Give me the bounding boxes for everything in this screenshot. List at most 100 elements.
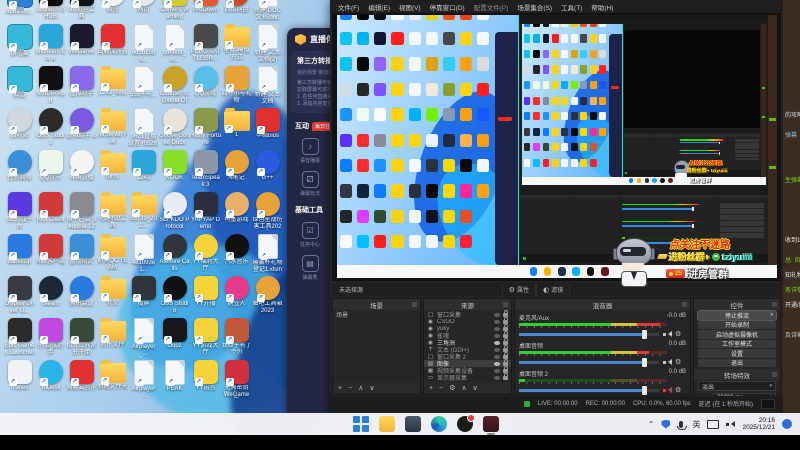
volume-slider[interactable] (519, 389, 659, 392)
lock-icon[interactable] (503, 362, 508, 366)
visibility-eye-icon[interactable] (494, 327, 500, 331)
visibility-eye-icon[interactable] (494, 341, 500, 345)
desktop-icon[interactable]: ↗ 拉瓦世界常驻千单 (66, 318, 97, 360)
desktop-icon[interactable]: ↗ 我似乎有了个?! (221, 318, 252, 360)
edge-icon[interactable] (431, 416, 447, 432)
volume-slider[interactable] (519, 333, 659, 336)
desktop-icon[interactable]: ↗ 回收站 (4, 108, 35, 150)
desktop-icon[interactable]: ↗ 糖豆人 (221, 276, 252, 318)
desktop-icon[interactable]: ↗ ToDesk (35, 360, 66, 402)
scenes-tool-button[interactable]: + (338, 385, 342, 392)
desktop-icon[interactable]: ↗Counter-S. Global Off... (159, 66, 190, 108)
desktop-icon[interactable]: ↗ 555子号... (128, 66, 159, 108)
desktop-icon[interactable]: ↗ PUBG BATTLEGR... (190, 24, 221, 66)
desktop-icon[interactable]: ↗ WeGame (66, 24, 97, 66)
desktop-icon[interactable]: ↗ 481093e1... (128, 234, 159, 276)
scenes-header[interactable]: 场景 (333, 299, 420, 310)
menu-item[interactable]: 工具(T) (561, 2, 582, 12)
lock-icon[interactable] (503, 327, 508, 331)
desktop-icon[interactable]: ↗ 6d9b1586... (128, 24, 159, 66)
desktop-icon[interactable]: ↗ 星际-模拟方式 (221, 24, 252, 66)
desktop-icon[interactable]: ↗ Steam (35, 276, 66, 318)
desktop-icon[interactable]: ↗ 新建 文本文档 (252, 66, 283, 108)
sources-tool-button[interactable]: ∧ (461, 384, 466, 392)
source-item[interactable]: ◉ CSGO (424, 318, 511, 325)
chevron-down-icon[interactable]: ▾ (770, 312, 773, 318)
desktop-icon[interactable]: ↗ 新建 DOC 文档.doc (252, 0, 283, 24)
desktop-icon[interactable]: ↗ 控制面板 (4, 150, 35, 192)
danmaku-chat-window[interactable]: 的攻略知礼物,开通/拉弹幕生弹幕派对收到1条总: 凤务详情及诗琳 (783, 0, 800, 413)
desktop-icon[interactable]: ↗ 56739_202... (128, 192, 159, 234)
desktop-icon[interactable]: ↗ 四号小号礼物 (221, 66, 252, 108)
desktop-icon[interactable]: ↗ 音乐文件 (97, 318, 128, 360)
desktop-icon[interactable]: ↗ 5EFKDO Protocol (159, 192, 190, 234)
lock-icon[interactable] (503, 320, 508, 324)
lock-icon[interactable] (503, 369, 508, 373)
desktop-icon[interactable]: ↗ 5Y四弦助手 (35, 318, 66, 360)
desktop-icon[interactable]: ↗ Logitech G HUB (35, 0, 66, 24)
desktop-icon[interactable]: ↗ OBS Studio (35, 108, 66, 150)
menu-item[interactable]: 停靠窗口(D) (430, 2, 465, 12)
desktop-icon[interactable]: ↗ 网页 (128, 0, 159, 24)
desktop-icon[interactable]: ↗ 柯基游戏 (221, 192, 252, 234)
desktop-icon[interactable]: ↗无需密钥 WeGame版 (221, 360, 252, 402)
volume-slider-handle[interactable] (642, 358, 647, 367)
desktop-icon[interactable]: ↗ ProDown (190, 0, 221, 24)
menu-item[interactable]: 文件(F) (338, 2, 359, 12)
desktop-icon[interactable]: ↗ KOOK (159, 150, 190, 192)
desktop-icon[interactable]: ↗ Riot Client (35, 192, 66, 234)
desktop-icon[interactable]: ↗ 创建和2工具 (97, 192, 128, 234)
menu-item[interactable]: 配置文件(P) (474, 2, 509, 12)
desktop-icon[interactable]: ↗ Rusty Fortune (190, 108, 221, 150)
lock-icon[interactable] (503, 348, 508, 352)
control-button[interactable]: 开始录制 (698, 321, 776, 330)
mixer-header[interactable]: 混音器 (515, 299, 690, 310)
file-explorer-icon[interactable] (379, 416, 395, 432)
desktop-icon[interactable]: ↗ Microsoft Edge (35, 24, 66, 66)
desktop-icon[interactable]: ↗ 网易云音乐 (66, 360, 97, 402)
control-button[interactable]: 启动虚拟摄像机 (698, 330, 776, 339)
desktop-icon[interactable]: ↗ Bandizip (4, 234, 35, 276)
companion-tool-item[interactable]: ▤ 弹幕秀 (293, 255, 327, 281)
notification-badge[interactable] (782, 419, 792, 429)
muted-speaker-icon[interactable] (663, 386, 671, 394)
filters-button[interactable]: ◐ 滤镜 (536, 283, 570, 296)
volume-slider[interactable] (519, 361, 659, 364)
lock-icon[interactable] (503, 376, 508, 380)
desktop-icon[interactable]: ↗ Epic Games Launcher (4, 318, 35, 360)
transitions-header[interactable]: 转场特效 (694, 369, 780, 380)
desktop-icon[interactable]: ↗ 驱动精灵 (66, 234, 97, 276)
track-settings-gear-icon[interactable]: ⚙ (675, 358, 681, 366)
control-button[interactable]: 停止推流 ▾ (698, 311, 776, 320)
desktop-icon[interactable]: ↗ 斯莫QC TEAM (97, 234, 128, 276)
desktop-icon[interactable]: ↗ 汽水音乐 (221, 234, 252, 276)
sources-tool-button[interactable]: − (439, 385, 443, 392)
desktop-icon[interactable]: ↗ 0621直播设置 (0528) (128, 108, 159, 150)
desktop-icon[interactable]: ↗ Content Warning (159, 0, 190, 24)
desktop-icon[interactable]: ↗ 1243_bios (97, 66, 128, 108)
desktop-icon[interactable]: ↗ Administ... (4, 0, 35, 24)
desktop-icon[interactable]: ↗ QQ音乐 (35, 150, 66, 192)
desktop-icon[interactable]: ↗ YY语音 (190, 360, 221, 402)
control-button[interactable]: 设置 (698, 349, 776, 358)
sources-tool-button[interactable]: + (429, 385, 433, 392)
desktop-icon[interactable]: ↗ fonts (97, 150, 128, 192)
visibility-eye-icon[interactable] (494, 320, 500, 324)
volume-slider-handle[interactable] (642, 330, 647, 339)
transition-select[interactable]: 淡出 ▾ (698, 381, 776, 391)
volume-slider-handle[interactable] (642, 386, 647, 395)
speaker-icon[interactable] (663, 358, 671, 366)
scenes-tool-button[interactable]: ∧ (358, 384, 363, 392)
companion-tool-item[interactable]: ♪ 语音播报 (293, 138, 327, 164)
desktop-icon[interactable]: ↗ YY开播 (190, 276, 221, 318)
clock[interactable]: 20:16 2025/12/21 (742, 417, 775, 432)
control-button[interactable]: 工作室模式 (698, 340, 776, 349)
menu-item[interactable]: 视图(V) (399, 2, 421, 12)
volume-icon[interactable] (726, 420, 735, 429)
desktop-icon[interactable]: ↗ Asmore Calls (159, 234, 190, 276)
desktop-icon[interactable]: ↗ 华硕bios (252, 108, 283, 150)
desktop-icon[interactable]: ↗ 新建 文本文档(2) (252, 24, 283, 66)
controls-header[interactable]: 控件 (694, 299, 780, 310)
visibility-eye-icon[interactable] (494, 313, 500, 317)
desktop-icon[interactable]: ↗ 斗鱼直播 (66, 150, 97, 192)
